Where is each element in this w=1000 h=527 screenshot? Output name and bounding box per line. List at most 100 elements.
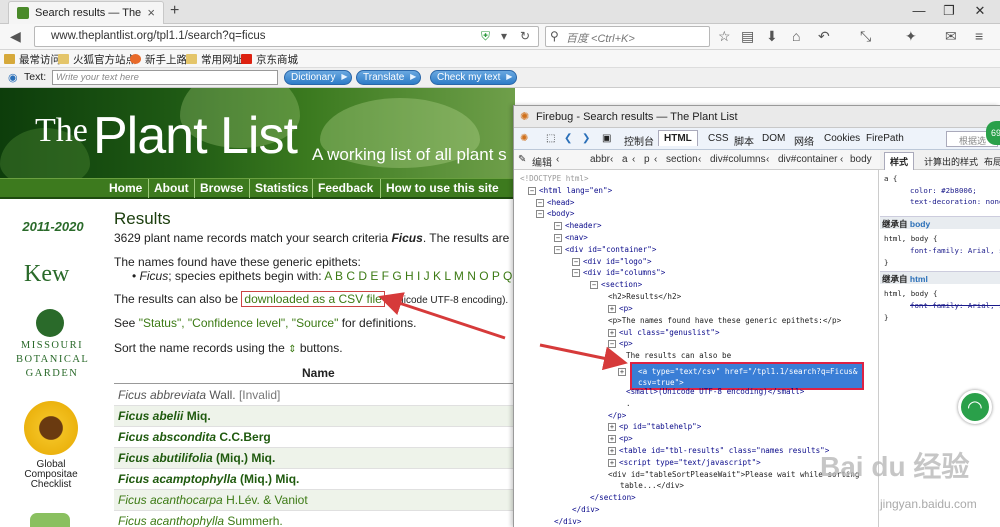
tab-firepath[interactable]: FirePath xyxy=(866,133,904,144)
species-name[interactable]: Ficus acamptophylla xyxy=(118,472,237,486)
expand-toggle-icon[interactable]: + xyxy=(608,328,616,337)
nav-feedback[interactable]: Feedback xyxy=(318,181,373,195)
bookmark-star-icon[interactable]: ☆ xyxy=(718,28,731,45)
nav-about[interactable]: About xyxy=(154,181,189,195)
expand-toggle-icon[interactable]: − xyxy=(528,186,536,195)
table-row[interactable]: Ficus acamptophylla (Miq.) Miq. xyxy=(114,469,514,490)
wechat-share-icon[interactable]: ◠ xyxy=(958,390,992,424)
style-rule-prop[interactable]: text-decoration: none xyxy=(910,197,1000,206)
selected-a-element[interactable]: + <a type="text/csv" href="/tpl1.1/search… xyxy=(618,362,864,390)
crumb-abbr[interactable]: abbr xyxy=(590,154,610,165)
html-node[interactable]: − <div id="columns"> xyxy=(572,268,665,279)
species-name[interactable]: Ficus abelii xyxy=(118,409,183,423)
translate-button[interactable]: Translate xyxy=(356,70,422,85)
nav-browse[interactable]: Browse xyxy=(200,181,243,195)
name-column-header[interactable]: Name xyxy=(302,366,335,380)
html-node[interactable]: + <table id="tbl-results" class="names re… xyxy=(608,446,829,457)
table-row[interactable]: Ficus abbreviata Wall. [Invalid] xyxy=(114,385,514,406)
biodiversity-logo[interactable]: 2011-2020 xyxy=(14,219,92,234)
check-text-button[interactable]: Check my text xyxy=(430,70,518,85)
bookmark-most-visited[interactable]: 最常访问 xyxy=(4,52,61,67)
back-icon[interactable]: ◀ xyxy=(10,28,21,45)
csv-download-link[interactable]: downloaded as a CSV file xyxy=(244,292,381,306)
table-row[interactable]: Ficus abutilifolia (Miq.) Miq. xyxy=(114,448,514,469)
crumb-a[interactable]: a xyxy=(622,154,628,165)
table-row[interactable]: Ficus abscondita C.C.Berg xyxy=(114,427,514,448)
table-row[interactable]: Ficus acanthocarpa H.Lév. & Vaniot xyxy=(114,490,514,511)
gcc-logo[interactable]: Global Compositae Checklist xyxy=(14,460,88,490)
clipboard-icon[interactable]: ▤ xyxy=(741,28,754,45)
tab-network[interactable]: 网络 xyxy=(794,133,814,148)
tab-dom[interactable]: DOM xyxy=(762,133,785,144)
expand-toggle-icon[interactable]: − xyxy=(554,245,562,254)
species-name[interactable]: Ficus acanthophylla xyxy=(118,514,224,527)
html-node[interactable]: <small>(Unicode UTF-8 encoding)</small> xyxy=(626,387,804,398)
html-node[interactable]: − <head> xyxy=(536,198,574,209)
expand-toggle-icon[interactable]: + xyxy=(618,368,626,376)
expand-toggle-icon[interactable]: − xyxy=(590,281,598,290)
kew-logo[interactable]: Kew xyxy=(24,261,69,288)
style-rule-prop[interactable]: font-family: Arial, sa xyxy=(910,246,1000,255)
expand-toggle-icon[interactable]: + xyxy=(608,458,616,467)
edit-button[interactable]: 编辑 xyxy=(532,154,552,169)
expand-toggle-icon[interactable]: − xyxy=(554,234,562,242)
html-node[interactable]: + <p> xyxy=(608,434,633,445)
html-node[interactable]: − <div id="container"> xyxy=(554,245,656,256)
html-node[interactable]: + <script type="text/javascript"> xyxy=(608,458,761,469)
html-node[interactable]: <!DOCTYPE html> xyxy=(520,174,589,185)
nav-statistics[interactable]: Statistics xyxy=(255,181,308,195)
table-row[interactable]: Ficus acanthophylla Summerh. xyxy=(114,511,514,527)
crumb-div-container[interactable]: div#container xyxy=(778,154,837,165)
bookmark-getting-started[interactable]: 新手上路 xyxy=(130,52,187,67)
html-node[interactable]: − <div id="logo"> xyxy=(572,257,652,268)
expand-toggle-icon[interactable]: − xyxy=(536,198,544,207)
nav-how-to-use[interactable]: How to use this site xyxy=(386,181,499,195)
tab-computed[interactable]: 计算出的样式 xyxy=(924,155,978,168)
style-rule-prop[interactable]: color: #2b8006; xyxy=(910,186,977,195)
html-node[interactable]: − <body> xyxy=(536,209,574,220)
speed-badge[interactable]: 69 xyxy=(986,121,1000,145)
html-node[interactable]: + <ul class="genuslist"> xyxy=(608,328,720,339)
bookmark-jd[interactable]: 京东商城 xyxy=(241,52,298,67)
edit-icon[interactable]: ✎ xyxy=(518,154,526,165)
html-node[interactable]: − <section> xyxy=(590,280,642,291)
expand-toggle-icon[interactable]: + xyxy=(608,435,616,444)
tab-script[interactable]: 脚本 xyxy=(734,133,754,148)
crumb-section[interactable]: section xyxy=(666,154,698,165)
definitions-links[interactable]: "Status", "Confidence level", "Source" xyxy=(139,316,339,330)
screenshot-icon[interactable]: ⤡ xyxy=(860,28,871,45)
tab-html[interactable]: HTML xyxy=(658,130,698,146)
inspect-icon[interactable]: ⬚ xyxy=(546,133,555,144)
expand-toggle-icon[interactable]: − xyxy=(572,269,580,278)
html-node[interactable]: . xyxy=(626,399,631,410)
tab-layout[interactable]: 布局 xyxy=(984,155,1000,168)
letter-index-links[interactable]: A B C D E F G H I J K L M N O P Q xyxy=(324,269,512,283)
tab-style[interactable]: 样式 xyxy=(884,152,915,170)
html-node[interactable]: <h2>Results</h2> xyxy=(608,292,681,303)
expand-toggle-icon[interactable]: − xyxy=(536,210,544,219)
bookmark-common-sites[interactable]: 常用网址 xyxy=(186,52,243,67)
nav-home[interactable]: Home xyxy=(109,181,142,195)
expand-toggle-icon[interactable]: + xyxy=(608,423,616,432)
html-node[interactable]: </div> xyxy=(572,505,599,516)
forward-arrow-icon[interactable]: ❯ xyxy=(582,133,590,144)
back-arrow-icon[interactable]: ❮ xyxy=(564,133,572,144)
menu-icon[interactable]: ≡ xyxy=(975,28,983,44)
chat-icon[interactable]: ✉ xyxy=(945,28,957,45)
html-node[interactable]: table...</div> xyxy=(620,481,684,492)
tab-css[interactable]: CSS xyxy=(708,133,729,144)
crumb-scroll-left-icon[interactable]: ‹ xyxy=(556,154,559,165)
undo-icon[interactable]: ↶ xyxy=(818,28,830,45)
expand-toggle-icon[interactable]: − xyxy=(608,340,616,349)
html-node[interactable]: − <p> xyxy=(608,339,633,350)
search-box[interactable]: ⚲ 百度 <Ctrl+K> xyxy=(545,26,710,47)
tab-cookies[interactable]: Cookies xyxy=(824,133,860,144)
dropdown-icon[interactable]: ▾ xyxy=(501,29,507,43)
html-node[interactable]: + <p id="tablehelp"> xyxy=(608,422,701,433)
html-node[interactable]: The results can also be xyxy=(626,351,731,362)
expand-toggle-icon[interactable]: − xyxy=(572,257,580,266)
html-node[interactable]: − <html lang="en"> xyxy=(528,186,612,197)
table-row[interactable]: Ficus abelii Miq. xyxy=(114,406,514,427)
bookmark-firefox-site[interactable]: 火狐官方站点 xyxy=(58,52,136,67)
crumb-div-columns[interactable]: div#columns xyxy=(710,154,766,165)
